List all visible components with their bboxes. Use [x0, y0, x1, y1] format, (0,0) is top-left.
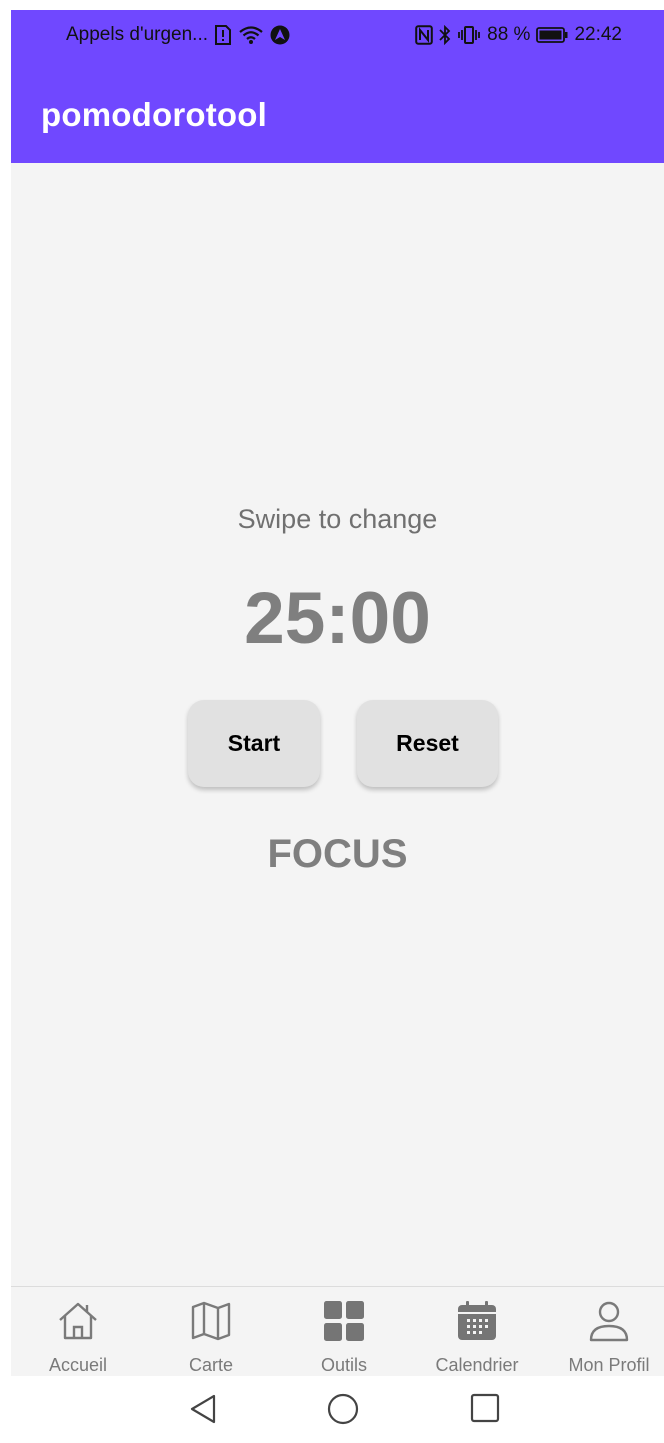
- calendar-icon: [456, 1299, 498, 1343]
- recents-square-icon[interactable]: [470, 1393, 500, 1423]
- navigation-app-icon: [270, 25, 290, 45]
- sim-alert-icon: [214, 25, 232, 45]
- nav-item-calendrier[interactable]: Calendrier: [412, 1287, 542, 1377]
- nav-label-accueil: Accueil: [48, 1355, 108, 1375]
- swipe-hint: Swipe to change: [237, 504, 438, 534]
- nfc-icon: [415, 25, 433, 45]
- vibrate-icon: [457, 25, 481, 45]
- home-circle-icon[interactable]: [327, 1393, 359, 1425]
- wifi-icon: [238, 25, 264, 45]
- nav-item-outils[interactable]: Outils: [279, 1287, 409, 1377]
- clock-time: 22:42: [574, 24, 622, 45]
- map-icon: [190, 1299, 232, 1343]
- nav-label-outils: Outils: [320, 1355, 367, 1375]
- home-icon: [56, 1299, 100, 1343]
- app-frame: Appels d'urgen... 88 % 22:42 pomodorotoo…: [11, 10, 664, 1443]
- start-button[interactable]: Start: [188, 700, 320, 787]
- app-bar: pomodorotool: [11, 62, 664, 163]
- person-icon: [588, 1299, 630, 1343]
- status-left: Appels d'urgen...: [66, 24, 290, 46]
- grid-icon: [323, 1299, 365, 1343]
- nav-label-carte: Carte: [188, 1355, 233, 1375]
- nav-label-calendrier: Calendrier: [435, 1355, 519, 1375]
- nav-item-carte[interactable]: Carte: [146, 1287, 276, 1377]
- system-navigation-bar: [11, 1376, 664, 1443]
- battery-icon: [536, 26, 568, 44]
- status-bar: Appels d'urgen... 88 % 22:42: [11, 10, 664, 62]
- nav-item-mon-profil[interactable]: Mon Profil: [544, 1287, 664, 1377]
- mode-label: FOCUS: [267, 832, 408, 876]
- nav-label-mon-profil: Mon Profil: [568, 1355, 650, 1375]
- nav-item-accueil[interactable]: Accueil: [13, 1287, 143, 1377]
- reset-button[interactable]: Reset: [357, 700, 498, 787]
- timer-display[interactable]: 25:00: [11, 577, 664, 660]
- app-title: pomodorotool: [41, 96, 268, 133]
- carrier-text: Appels d'urgen...: [66, 24, 208, 45]
- bottom-navigation: Accueil Carte Outils Calendrier Mon Prof…: [11, 1286, 664, 1376]
- back-triangle-icon[interactable]: [188, 1393, 218, 1425]
- battery-percent: 88 %: [487, 24, 531, 45]
- bluetooth-icon: [439, 25, 451, 45]
- status-right: 88 % 22:42: [415, 24, 622, 46]
